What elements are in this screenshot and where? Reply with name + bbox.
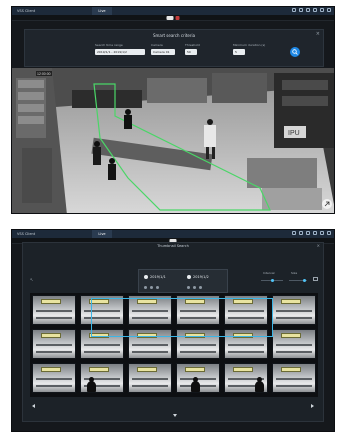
bell-icon[interactable] [299, 231, 303, 235]
app-title: VSS Client [17, 9, 36, 13]
smart-search-panel: Smart search criteria × Search time rang… [24, 29, 324, 67]
size-slider[interactable] [289, 279, 307, 282]
prev-page-icon[interactable] [32, 404, 35, 408]
close-icon[interactable] [327, 8, 331, 12]
panel-close-icon[interactable]: × [316, 31, 320, 37]
calendar-icon [144, 275, 148, 279]
thumbnail[interactable] [80, 295, 124, 325]
size-slider-knob[interactable] [303, 279, 306, 282]
minimize-icon[interactable] [313, 231, 317, 235]
thumbnail[interactable] [224, 295, 268, 325]
maximize-icon[interactable] [320, 8, 324, 12]
duration-label: Minimum duration (s) [233, 43, 266, 47]
interval-slider-knob[interactable] [271, 279, 274, 282]
tab-live[interactable]: Live [92, 7, 112, 15]
scroll-down-icon[interactable] [173, 414, 177, 417]
user-icon[interactable] [306, 8, 310, 12]
thumbnail-grid [30, 293, 318, 397]
title-bar-2: VSS Client Live [12, 230, 334, 238]
grid-view-button[interactable] [166, 16, 174, 20]
thumbnail[interactable] [176, 295, 220, 325]
record-button[interactable] [175, 16, 180, 20]
thumbnail[interactable] [80, 363, 124, 393]
thumbnail[interactable] [224, 363, 268, 393]
thumbnail[interactable] [176, 329, 220, 359]
time-range-field: Search time range 2019/1/1 - 2019/1/2 [95, 43, 145, 55]
next-page-icon[interactable] [311, 404, 314, 408]
interval-label: Interval [263, 271, 275, 275]
toolbar [12, 15, 334, 21]
end-date-text: 2019/1/2 [193, 275, 209, 279]
tab-live-2[interactable]: Live [92, 230, 112, 238]
back-icon[interactable]: ↖ [30, 277, 33, 282]
window-controls-2 [292, 231, 331, 235]
time-range-input[interactable]: 2019/1/1 - 2019/1/2 [95, 49, 145, 55]
thumbnail[interactable] [128, 295, 172, 325]
date-range-box: 2019/1/1 2019/1/2 [138, 269, 228, 293]
svg-text:IPU: IPU [288, 130, 300, 137]
end-date[interactable]: 2019/1/2 [187, 275, 209, 279]
grid-icon[interactable] [313, 277, 318, 281]
thumbnail[interactable] [32, 329, 76, 359]
search-icon [292, 49, 298, 55]
threshold-input[interactable]: 50 [185, 49, 197, 55]
person-body [124, 115, 132, 129]
thumbnail[interactable] [32, 363, 76, 393]
scene-clock: 12:00:00 [37, 72, 51, 76]
camera-select[interactable]: Camera 01 [151, 49, 175, 55]
time-range-label: Search time range [95, 43, 123, 47]
start-date-text: 2019/1/1 [150, 275, 166, 279]
close-icon[interactable] [327, 231, 331, 235]
calendar-icon [187, 275, 191, 279]
panel-title: Smart search criteria [152, 33, 196, 38]
start-time-steps[interactable] [144, 286, 159, 289]
window-controls [292, 8, 331, 12]
start-date[interactable]: 2019/1/1 [144, 275, 166, 279]
thumbnail[interactable] [32, 295, 76, 325]
thumbnail[interactable] [176, 363, 220, 393]
title-bar: VSS Client Live [12, 7, 334, 15]
layout-icon[interactable] [292, 8, 296, 12]
threshold-label: Threshold [185, 43, 200, 47]
smart-search-window: VSS Client Live Smart search criteria × … [11, 6, 335, 214]
view-switcher [166, 16, 180, 20]
end-time-steps[interactable] [187, 286, 202, 289]
thumbnail-search-panel: Thumbnail Search × 2019/1/1 2019/1/2 Int… [22, 242, 324, 422]
bell-icon[interactable] [299, 8, 303, 12]
thumbnail[interactable] [128, 329, 172, 359]
duration-field: Minimum duration (s) 5 [233, 43, 283, 55]
threshold-field: Threshold 50 [185, 43, 221, 55]
search-button[interactable] [290, 47, 300, 57]
app-title-2: VSS Client [17, 232, 36, 236]
panel-title-2: Thumbnail Search [157, 244, 189, 248]
thumbnail[interactable] [272, 295, 316, 325]
duration-input[interactable]: 5 [233, 49, 245, 55]
layout-icon[interactable] [292, 231, 296, 235]
person-head [125, 109, 131, 115]
minimize-icon[interactable] [313, 8, 317, 12]
thumbnail[interactable] [80, 329, 124, 359]
camera-field: Camera Camera 01 [151, 43, 175, 55]
thumbnail-search-window: VSS Client Live Thumbnail Search × 2019/… [11, 229, 335, 432]
thumbnail[interactable] [272, 363, 316, 393]
panel-close-icon[interactable]: × [317, 243, 320, 248]
thumbnail[interactable] [272, 329, 316, 359]
interval-slider[interactable] [261, 279, 283, 282]
user-icon[interactable] [306, 231, 310, 235]
camera-label: Camera [151, 43, 163, 47]
thumbnail[interactable] [224, 329, 268, 359]
thumbnail[interactable] [128, 363, 172, 393]
camera-view[interactable]: IPU 12:00:00 [12, 68, 334, 213]
size-label: Size [291, 271, 298, 275]
maximize-icon[interactable] [320, 231, 324, 235]
store-scene: IPU 12:00:00 [12, 68, 334, 213]
